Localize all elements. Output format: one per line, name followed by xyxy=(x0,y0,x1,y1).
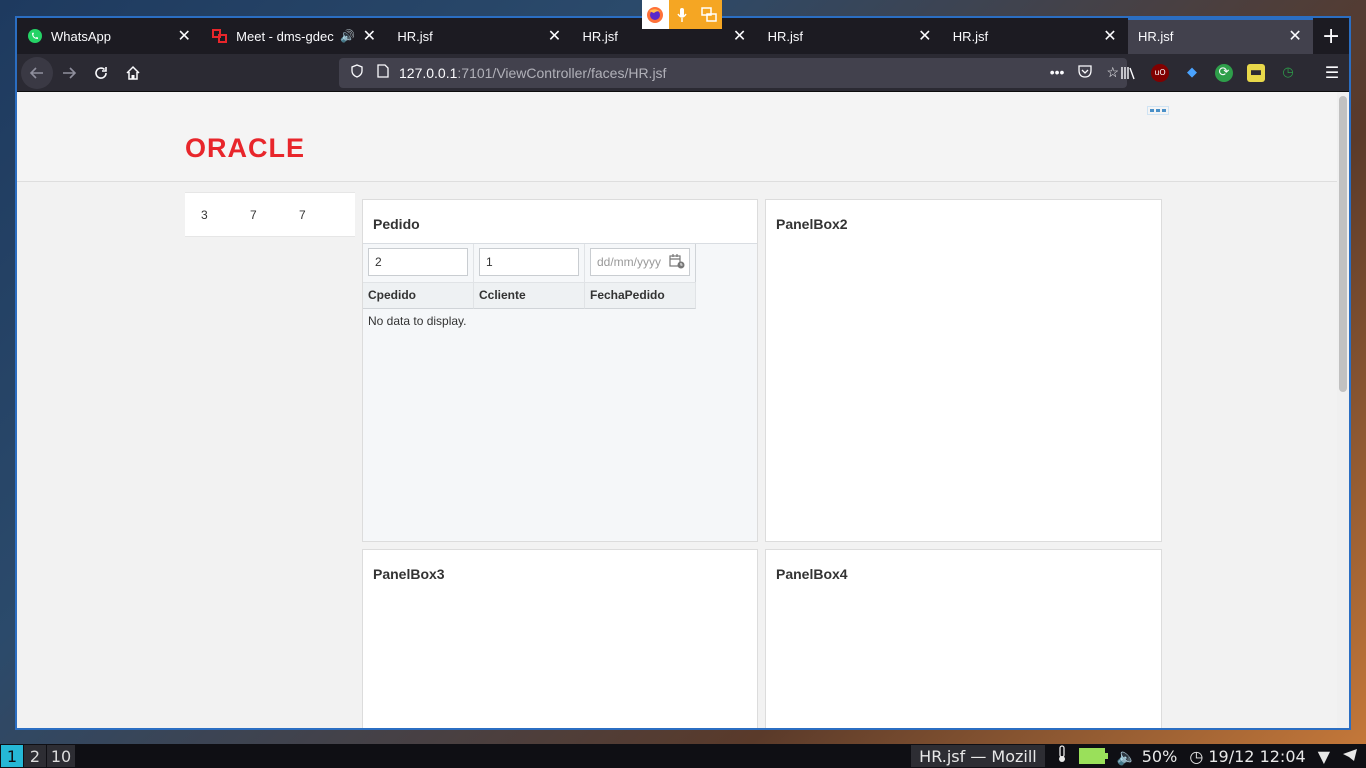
thermometer-icon xyxy=(1057,745,1067,767)
diamond-extension-icon[interactable]: ◆ xyxy=(1183,64,1201,82)
forward-button[interactable] xyxy=(53,57,85,89)
close-tab-icon[interactable]: ✕ xyxy=(361,26,377,46)
filter-row: 2 1 dd/mm/yyyy xyxy=(363,244,757,282)
panel-title: Pedido xyxy=(373,216,420,232)
close-tab-icon[interactable]: ✕ xyxy=(917,26,933,46)
new-tab-button[interactable]: + xyxy=(1313,18,1349,54)
panel-box-4: PanelBox4 xyxy=(765,549,1162,728)
firefox-icon xyxy=(642,0,669,29)
battery-icon xyxy=(1078,748,1108,764)
close-tab-icon[interactable]: ✕ xyxy=(1102,26,1118,46)
bookmark-star-icon[interactable]: ☆ xyxy=(1106,64,1119,81)
page-header: ORACLE xyxy=(17,92,1349,182)
navigation-toolbar: 127.0.0.1 :7101/ViewController/faces/HR.… xyxy=(17,54,1349,92)
close-tab-icon[interactable]: ✕ xyxy=(546,26,562,46)
tab-hr-active[interactable]: HR.jsf ✕ xyxy=(1127,18,1314,54)
pocket-icon[interactable] xyxy=(1078,64,1093,81)
close-tab-icon[interactable]: ✕ xyxy=(1287,26,1303,46)
workspace-10[interactable]: 10 xyxy=(47,745,75,767)
column-header-ccliente[interactable]: Ccliente xyxy=(474,282,585,309)
table-header: Cpedido Ccliente FechaPedido xyxy=(363,282,757,309)
close-tab-icon[interactable]: ✕ xyxy=(732,26,748,46)
speaker-icon[interactable]: 🔊 xyxy=(340,29,355,43)
tab-title: HR.jsf xyxy=(582,28,618,44)
browser-window: WhatsApp ✕ Meet - dms-gdec 🔊 ✕ HR.jsf ✕ … xyxy=(15,16,1351,730)
reload-button[interactable] xyxy=(85,57,117,89)
url-bar[interactable]: 127.0.0.1 :7101/ViewController/faces/HR.… xyxy=(339,57,1127,88)
panel-title: PanelBox2 xyxy=(776,216,848,232)
side-number: 7 xyxy=(250,207,257,222)
date-placeholder: dd/mm/yyyy xyxy=(597,255,662,269)
tab-title: HR.jsf xyxy=(397,28,433,44)
web-page: ORACLE 3 7 7 Pedido 2 1 dd/mm/yyyy Cpedi… xyxy=(17,92,1349,728)
ccliente-filter-input[interactable]: 1 xyxy=(479,248,579,276)
tab-hr-4[interactable]: HR.jsf ✕ xyxy=(943,18,1128,54)
url-host: 127.0.0.1 xyxy=(399,64,458,81)
calendar-icon[interactable] xyxy=(669,253,685,272)
active-window-title[interactable]: HR.jsf — Mozill xyxy=(911,745,1045,767)
side-number: 7 xyxy=(299,207,306,222)
panel-pedido: Pedido 2 1 dd/mm/yyyy Cpedido Ccliente F… xyxy=(362,199,758,542)
menu-icon[interactable]: ☰ xyxy=(1323,63,1341,82)
panel-box-2: PanelBox2 xyxy=(765,199,1162,542)
oracle-logo: ORACLE xyxy=(185,133,347,165)
tab-title: HR.jsf xyxy=(1137,28,1174,44)
clock-text: 19/12 12:04 xyxy=(1208,746,1306,766)
wifi-icon[interactable]: ▼ xyxy=(1318,747,1330,766)
tab-meet[interactable]: Meet - dms-gdec 🔊 ✕ xyxy=(202,18,387,54)
tab-whatsapp[interactable]: WhatsApp ✕ xyxy=(17,18,202,54)
panel-title: PanelBox3 xyxy=(373,566,445,582)
tab-hr-3[interactable]: HR.jsf ✕ xyxy=(758,18,943,54)
url-path: :7101/ViewController/faces/HR.jsf xyxy=(457,64,667,81)
tab-title: Meet - dms-gdec xyxy=(236,28,334,44)
speaker-icon: 🔈 xyxy=(1116,746,1137,766)
workspace-1[interactable]: 1 xyxy=(1,745,23,767)
microphone-icon[interactable] xyxy=(668,0,696,29)
sharing-indicator[interactable] xyxy=(642,0,723,29)
empty-message: No data to display. xyxy=(368,314,467,328)
tab-title: WhatsApp xyxy=(51,28,111,44)
clock-extension-icon[interactable]: ◷ xyxy=(1279,64,1297,82)
tab-hr-1[interactable]: HR.jsf ✕ xyxy=(387,18,572,54)
volume-control[interactable]: 🔈 50% xyxy=(1117,747,1178,766)
shield-icon[interactable] xyxy=(347,64,367,81)
volume-level: 50% xyxy=(1141,746,1178,766)
screenshot-extension-icon[interactable]: ▬ xyxy=(1247,63,1265,82)
sync-extension-icon[interactable]: ⟳ xyxy=(1215,63,1233,82)
cpedido-filter-input[interactable]: 2 xyxy=(368,248,468,276)
screen-share-icon[interactable] xyxy=(695,0,723,29)
tab-title: HR.jsf xyxy=(952,28,989,44)
column-header-fechapedido[interactable]: FechaPedido xyxy=(585,282,696,309)
page-actions-icon[interactable]: ••• xyxy=(1050,64,1065,81)
clock-icon: ◷ xyxy=(1189,746,1204,766)
back-button[interactable] xyxy=(21,56,53,89)
system-panel: 1 2 10 HR.jsf — Mozill 🔈 50% ◷ 19/12 12:… xyxy=(0,744,1366,768)
clock[interactable]: ◷ 19/12 12:04 xyxy=(1189,747,1305,766)
telegram-icon[interactable] xyxy=(1342,747,1358,766)
page-scrollbar[interactable] xyxy=(1337,92,1349,728)
panel-title: PanelBox4 xyxy=(776,566,848,582)
library-icon[interactable] xyxy=(1119,64,1137,82)
side-number: 3 xyxy=(201,207,208,222)
whatsapp-icon xyxy=(27,28,43,44)
panel-box-3: PanelBox3 xyxy=(362,549,758,728)
ublock-icon[interactable]: uO xyxy=(1151,63,1169,82)
close-tab-icon[interactable]: ✕ xyxy=(176,26,192,46)
side-numbers-bar: 3 7 7 xyxy=(185,192,355,237)
meet-icon xyxy=(212,28,228,44)
home-button[interactable] xyxy=(117,57,149,89)
fechapedido-filter-input[interactable]: dd/mm/yyyy xyxy=(590,248,690,276)
column-header-cpedido[interactable]: Cpedido xyxy=(363,282,474,309)
more-options-icon[interactable] xyxy=(1147,106,1169,115)
workspace-2[interactable]: 2 xyxy=(24,745,46,767)
page-icon[interactable] xyxy=(373,64,393,81)
tab-title: HR.jsf xyxy=(767,28,804,44)
svg-text:ORACLE: ORACLE xyxy=(185,136,305,160)
pedido-table: 2 1 dd/mm/yyyy Cpedido Ccliente FechaPed… xyxy=(363,243,757,541)
